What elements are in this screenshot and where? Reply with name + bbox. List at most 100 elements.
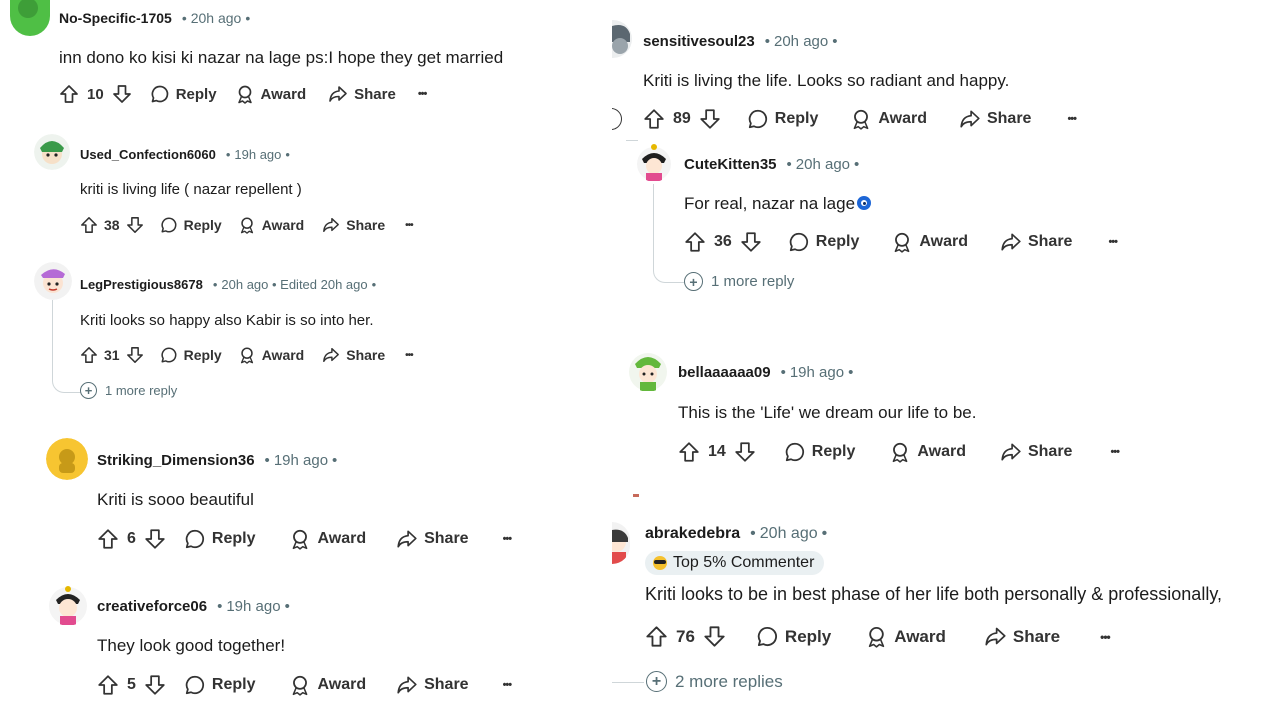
avatar[interactable] (34, 262, 72, 300)
reply-button[interactable]: Reply (160, 216, 222, 234)
more-options-button[interactable]: ••• (1110, 446, 1120, 458)
downvote-button[interactable] (703, 625, 726, 648)
downvote-icon (145, 529, 165, 549)
award-button[interactable]: Award (235, 84, 306, 104)
more-options-button[interactable]: ••• (1100, 630, 1111, 644)
downvote-button[interactable] (144, 528, 166, 550)
more-replies-label: 1 more reply (711, 273, 795, 290)
more-replies-link[interactable]: + 1 more reply (684, 272, 794, 291)
avatar[interactable] (628, 348, 668, 392)
timestamp[interactable]: 20h ago (796, 156, 850, 173)
timestamp[interactable]: 19h ago (274, 452, 328, 469)
downvote-button[interactable] (740, 231, 762, 253)
reply-button[interactable]: Reply (184, 528, 256, 550)
avatar[interactable] (34, 134, 70, 170)
reply-button[interactable]: Reply (788, 231, 859, 253)
more-options-button[interactable]: ••• (405, 220, 413, 231)
reply-label: Reply (211, 530, 256, 547)
share-button[interactable]: Share (322, 216, 385, 234)
share-button[interactable]: Share (396, 674, 469, 696)
top-commenter-badge[interactable]: Top 5% Commenter (645, 551, 825, 575)
reply-button[interactable]: Reply (756, 625, 831, 648)
award-button[interactable]: Award (850, 108, 927, 130)
downvote-button[interactable] (126, 346, 144, 364)
separator-dot: • (225, 147, 231, 162)
share-button[interactable]: Share (984, 625, 1060, 648)
award-button[interactable]: Award (238, 346, 304, 364)
avatar[interactable] (612, 522, 630, 564)
more-options-button[interactable]: ••• (503, 533, 513, 545)
username[interactable]: LegPrestigious8678 (80, 277, 203, 292)
reply-button[interactable]: Reply (184, 674, 256, 696)
avatar[interactable] (612, 20, 632, 58)
upvote-button[interactable] (684, 231, 706, 253)
avatar[interactable] (48, 584, 88, 626)
upvote-button[interactable] (645, 625, 668, 648)
upvote-button[interactable] (643, 108, 665, 130)
award-button[interactable]: Award (289, 674, 366, 696)
avatar[interactable] (636, 142, 672, 182)
more-options-button[interactable]: ••• (418, 88, 428, 100)
username[interactable]: abrakedebra (645, 525, 740, 543)
username[interactable]: Used_Confection6060 (80, 147, 216, 162)
reply-button[interactable]: Reply (784, 441, 855, 463)
avatar[interactable] (10, 0, 50, 36)
reply-label: Reply (211, 676, 256, 693)
upvote-button[interactable] (97, 674, 119, 696)
comment-bubble-icon (160, 217, 177, 233)
vote-count: 76 (676, 626, 695, 646)
upvote-button[interactable] (59, 84, 79, 104)
timestamp[interactable]: 19h ago (226, 598, 280, 615)
separator-dot: • (854, 156, 860, 173)
avatar[interactable] (46, 438, 88, 480)
more-options-button[interactable]: ••• (1067, 113, 1077, 125)
share-button[interactable]: Share (328, 84, 396, 104)
comment-bubble-icon (757, 626, 777, 647)
award-button[interactable]: Award (289, 528, 366, 550)
username[interactable]: sensitivesoul23 (643, 33, 755, 50)
award-icon (237, 85, 252, 104)
award-button[interactable]: Award (889, 441, 966, 463)
comment-bubble-icon (789, 232, 808, 252)
timestamp[interactable]: 20h ago • Edited 20h ago (221, 277, 367, 292)
separator-dot: • (786, 156, 792, 173)
downvote-button[interactable] (126, 216, 144, 234)
timestamp[interactable]: 20h ago (191, 10, 242, 26)
share-button[interactable]: Share (959, 108, 1031, 130)
upvote-button[interactable] (97, 528, 119, 550)
downvote-button[interactable] (144, 674, 166, 696)
share-button[interactable]: Share (322, 346, 385, 364)
username[interactable]: No-Specific-1705 (59, 10, 172, 26)
upvote-button[interactable] (678, 441, 700, 463)
downvote-icon (741, 232, 761, 252)
upvote-button[interactable] (80, 346, 98, 364)
more-options-button[interactable]: ••• (503, 679, 513, 691)
reply-button[interactable]: Reply (747, 108, 818, 130)
reply-button[interactable]: Reply (150, 84, 217, 104)
username[interactable]: creativeforce06 (97, 598, 207, 615)
timestamp[interactable]: 19h ago (790, 364, 844, 381)
award-button[interactable]: Award (865, 625, 946, 648)
timestamp[interactable]: 19h ago (234, 147, 281, 162)
username[interactable]: CuteKitten35 (684, 156, 777, 173)
username[interactable]: bellaaaaaa09 (678, 364, 771, 381)
award-button[interactable]: Award (238, 216, 304, 234)
username[interactable]: Striking_Dimension36 (97, 452, 255, 469)
more-options-button[interactable]: ••• (1108, 236, 1118, 248)
upvote-button[interactable] (80, 216, 98, 234)
downvote-button[interactable] (112, 84, 132, 104)
reply-button[interactable]: Reply (160, 346, 222, 364)
downvote-button[interactable] (734, 441, 756, 463)
downvote-button[interactable] (699, 108, 721, 130)
separator-dot: • (245, 10, 251, 26)
timestamp[interactable]: 20h ago (760, 525, 818, 543)
timestamp[interactable]: 20h ago (774, 33, 828, 50)
share-button[interactable]: Share (1000, 441, 1072, 463)
more-options-button[interactable]: ••• (405, 350, 413, 361)
share-button[interactable]: Share (396, 528, 469, 550)
more-replies-link[interactable]: + 1 more reply (80, 382, 177, 399)
award-button[interactable]: Award (891, 231, 968, 253)
more-replies-link[interactable]: + 2 more replies (646, 671, 783, 692)
share-button[interactable]: Share (1000, 231, 1072, 253)
upvote-icon (60, 85, 78, 103)
